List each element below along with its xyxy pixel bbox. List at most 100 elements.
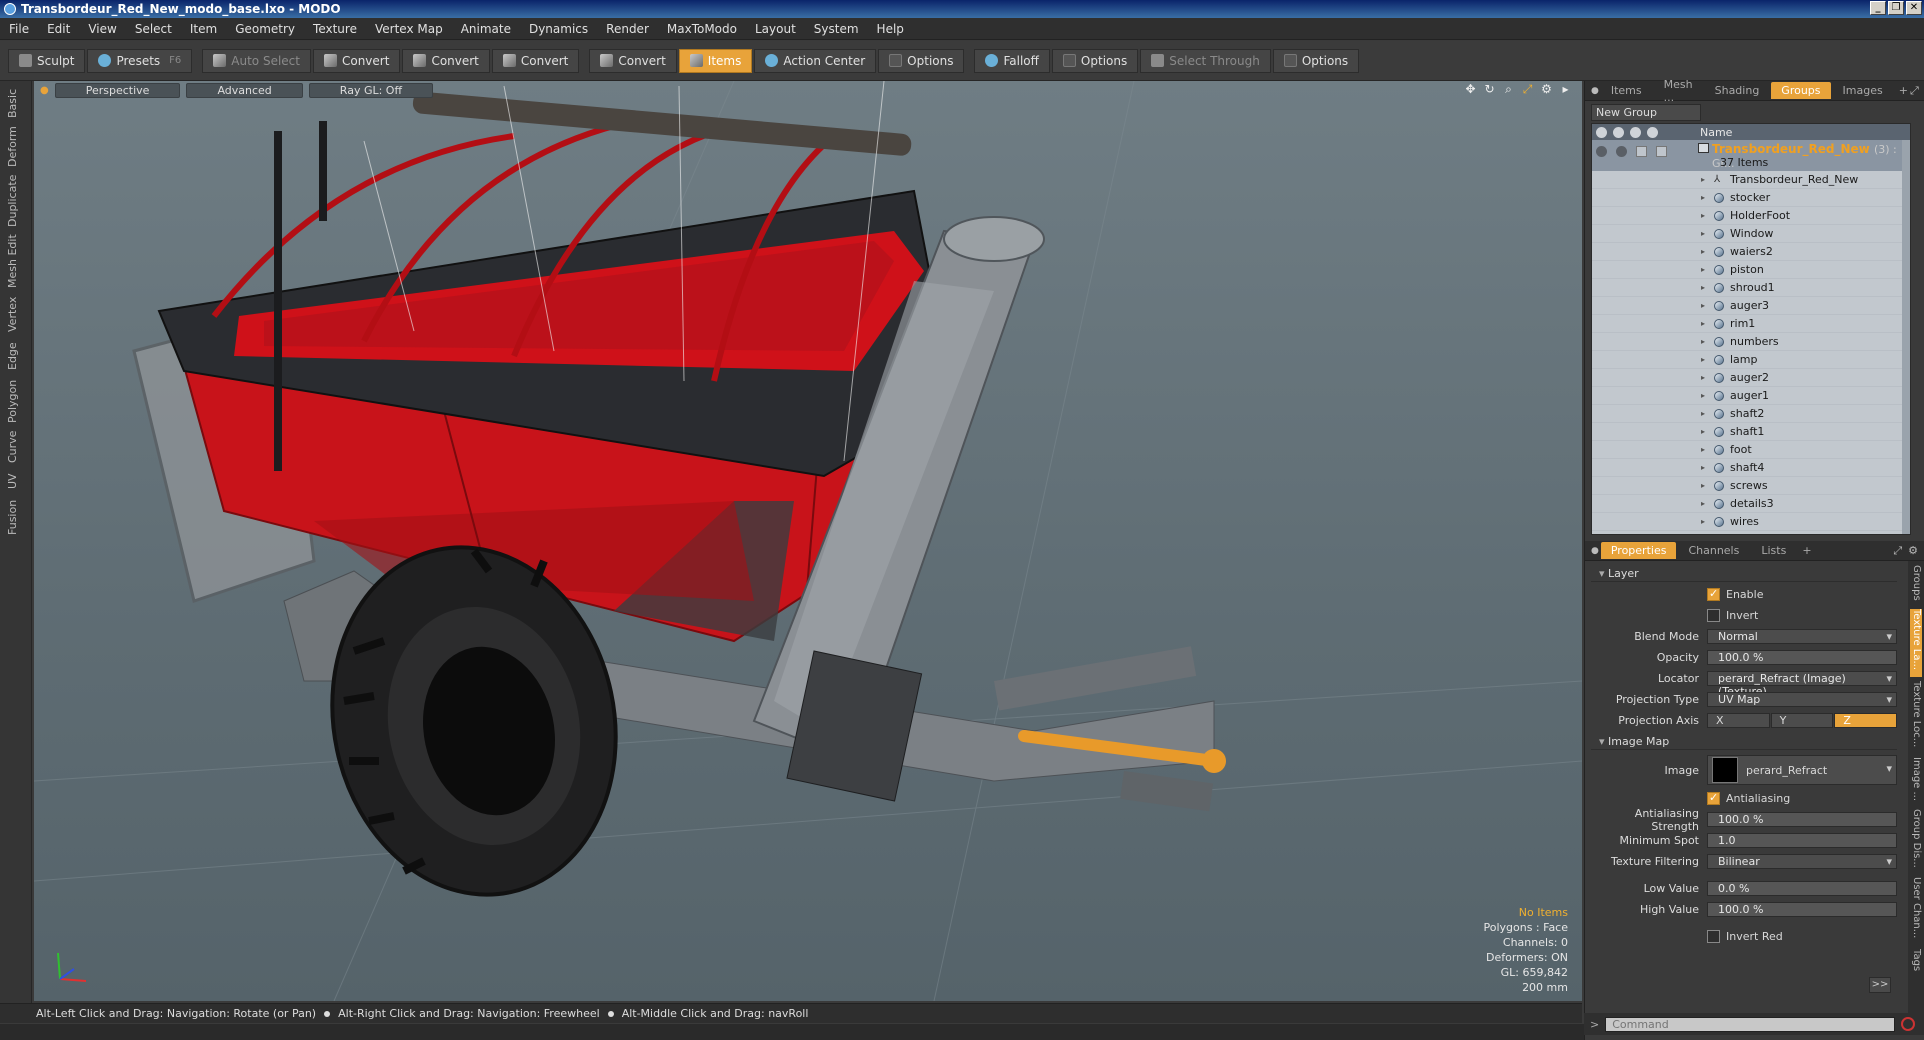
- viewport-menu-dot[interactable]: ●: [40, 85, 49, 96]
- invert-checkbox[interactable]: [1707, 609, 1720, 622]
- texture-filtering-dropdown[interactable]: Bilinear: [1707, 854, 1897, 869]
- axis-y-button[interactable]: Y: [1770, 713, 1834, 728]
- expand-panel-icon[interactable]: ⤢: [1910, 84, 1919, 98]
- shading-mode-dropdown[interactable]: Advanced: [186, 82, 303, 98]
- menu-edit[interactable]: Edit: [38, 22, 79, 36]
- menu-select[interactable]: Select: [126, 22, 181, 36]
- expand-arrow-icon[interactable]: ▸: [1701, 409, 1705, 418]
- select-column-icon[interactable]: [1647, 126, 1658, 138]
- expand-arrow-icon[interactable]: ▸: [1701, 427, 1705, 436]
- menu-item[interactable]: Item: [181, 22, 226, 36]
- scene-render[interactable]: [34, 81, 1582, 1001]
- antialiasing-checkbox[interactable]: [1707, 791, 1720, 805]
- restore-button[interactable]: ❐: [1888, 1, 1904, 15]
- group-item-row[interactable]: ▸ Window: [1592, 225, 1910, 243]
- tab-properties[interactable]: Properties: [1600, 542, 1677, 559]
- opacity-field[interactable]: 100.0 %: [1707, 650, 1897, 665]
- vtab-texture-locator[interactable]: Texture Loc...: [1910, 681, 1922, 753]
- 3d-viewport[interactable]: ● Perspective Advanced Ray GL: Off ✥ ↻ ⌕…: [34, 81, 1582, 1001]
- expand-panel-icon[interactable]: ⤢: [1893, 544, 1902, 558]
- falloff-button[interactable]: Falloff: [974, 48, 1050, 73]
- expand-arrow-icon[interactable]: ▸: [1701, 193, 1705, 202]
- minimize-button[interactable]: _: [1870, 1, 1886, 15]
- tab-duplicate[interactable]: Duplicate: [6, 173, 26, 229]
- locator-dropdown[interactable]: perard_Refract (Image) (Texture): [1707, 671, 1897, 698]
- tab-mesh[interactable]: Mesh ...: [1654, 76, 1703, 106]
- lock-column-icon[interactable]: [1630, 126, 1641, 138]
- command-input[interactable]: [1605, 1016, 1896, 1032]
- tab-vertex[interactable]: Vertex: [6, 293, 26, 335]
- menu-file[interactable]: File: [0, 22, 38, 36]
- panel-settings-gear-icon[interactable]: ⚙: [1908, 544, 1918, 558]
- menu-view[interactable]: View: [79, 22, 125, 36]
- tab-groups[interactable]: Groups: [1771, 82, 1831, 99]
- expand-arrow-icon[interactable]: ▸: [1701, 463, 1705, 472]
- auto-select-button[interactable]: Auto Select: [202, 48, 311, 73]
- expand-arrow-icon[interactable]: ▸: [1701, 481, 1705, 490]
- tab-images[interactable]: Images: [1833, 82, 1893, 99]
- tree-scrollbar[interactable]: [1902, 140, 1910, 534]
- blend-mode-dropdown[interactable]: Normal: [1707, 629, 1897, 644]
- record-macro-icon[interactable]: [1901, 1017, 1916, 1031]
- vtab-user-channels[interactable]: User Chan...: [1910, 877, 1922, 945]
- close-button[interactable]: ✕: [1906, 1, 1922, 15]
- expand-arrow-icon[interactable]: ▸: [1701, 247, 1705, 256]
- convert-edges-button[interactable]: Convert: [402, 48, 490, 73]
- expand-arrow-icon[interactable]: ▸: [1701, 337, 1705, 346]
- group-item-row[interactable]: ▸ foot: [1592, 441, 1910, 459]
- raygl-toggle[interactable]: Ray GL: Off: [308, 82, 434, 98]
- menu-texture[interactable]: Texture: [304, 22, 366, 36]
- tab-curve[interactable]: Curve: [6, 429, 26, 465]
- zoom-icon[interactable]: ⌕: [1502, 83, 1515, 96]
- min-spot-field[interactable]: 1.0: [1707, 833, 1897, 848]
- action-center-button[interactable]: Action Center: [754, 48, 877, 73]
- group-item-row[interactable]: ▸ auger2: [1592, 369, 1910, 387]
- expand-arrow-icon[interactable]: ▸: [1701, 265, 1705, 274]
- group-item-row[interactable]: ▸ shaft1: [1592, 423, 1910, 441]
- menu-dynamics[interactable]: Dynamics: [520, 22, 597, 36]
- expand-arrow-icon[interactable]: ▸: [1701, 319, 1705, 328]
- expand-arrow-icon[interactable]: ▸: [1701, 301, 1705, 310]
- axis-x-button[interactable]: X: [1707, 713, 1770, 728]
- select-through-button[interactable]: Select Through: [1140, 48, 1271, 73]
- vtab-groups[interactable]: Groups: [1910, 565, 1922, 605]
- menu-vertex-map[interactable]: Vertex Map: [366, 22, 452, 36]
- group-item-row[interactable]: ▸ HolderFoot: [1592, 207, 1910, 225]
- image-selector[interactable]: perard_Refract: [1707, 755, 1897, 785]
- group-item-row[interactable]: ▸ lamp: [1592, 351, 1910, 369]
- expand-arrow-icon[interactable]: ▸: [1701, 499, 1705, 508]
- name-column-header[interactable]: Name: [1700, 126, 1732, 139]
- items-mode-button[interactable]: Items: [678, 48, 753, 73]
- expand-arrow-icon[interactable]: ▸: [1701, 445, 1705, 454]
- pan-icon[interactable]: ✥: [1464, 83, 1477, 96]
- vtab-group-display[interactable]: Group Dis...: [1910, 809, 1922, 873]
- convert-polygons-button[interactable]: Convert: [491, 48, 580, 73]
- menu-maxtomodo[interactable]: MaxToModo: [658, 22, 746, 36]
- aa-strength-field[interactable]: 100.0 %: [1707, 812, 1897, 827]
- view-type-dropdown[interactable]: Perspective: [54, 82, 181, 98]
- viewport-arrow-icon[interactable]: ▸: [1559, 83, 1572, 96]
- group-item-row[interactable]: ▸ rim1: [1592, 315, 1910, 333]
- tab-lists[interactable]: Lists: [1751, 542, 1796, 559]
- enable-checkbox[interactable]: [1707, 587, 1720, 601]
- tab-items[interactable]: Items: [1601, 82, 1652, 99]
- group-item-row[interactable]: ▸ auger3: [1592, 297, 1910, 315]
- tab-edge[interactable]: Edge: [6, 339, 26, 373]
- tab-mesh-edit[interactable]: Mesh Edit: [6, 233, 26, 289]
- tab-shading[interactable]: Shading: [1705, 82, 1770, 99]
- invert-red-checkbox[interactable]: [1707, 930, 1720, 943]
- menu-system[interactable]: System: [805, 22, 868, 36]
- expand-arrow-icon[interactable]: ▸: [1701, 211, 1705, 220]
- convert-items-button[interactable]: Convert: [589, 48, 677, 73]
- low-value-field[interactable]: 0.0 %: [1707, 881, 1897, 896]
- group-item-row[interactable]: ▸ waiers2: [1592, 243, 1910, 261]
- tab-uv[interactable]: UV: [6, 469, 26, 493]
- group-item-row[interactable]: ▸ shaft2: [1592, 405, 1910, 423]
- group-item-row[interactable]: ▸ ⅄ Transbordeur_Red_New: [1592, 171, 1910, 189]
- menu-render[interactable]: Render: [597, 22, 658, 36]
- settings-gear-icon[interactable]: ⚙: [1540, 83, 1553, 96]
- menu-layout[interactable]: Layout: [746, 22, 805, 36]
- expand-arrow-icon[interactable]: ▸: [1701, 229, 1705, 238]
- group-item-row[interactable]: ▸ wires: [1592, 513, 1910, 531]
- high-value-field[interactable]: 100.0 %: [1707, 902, 1897, 917]
